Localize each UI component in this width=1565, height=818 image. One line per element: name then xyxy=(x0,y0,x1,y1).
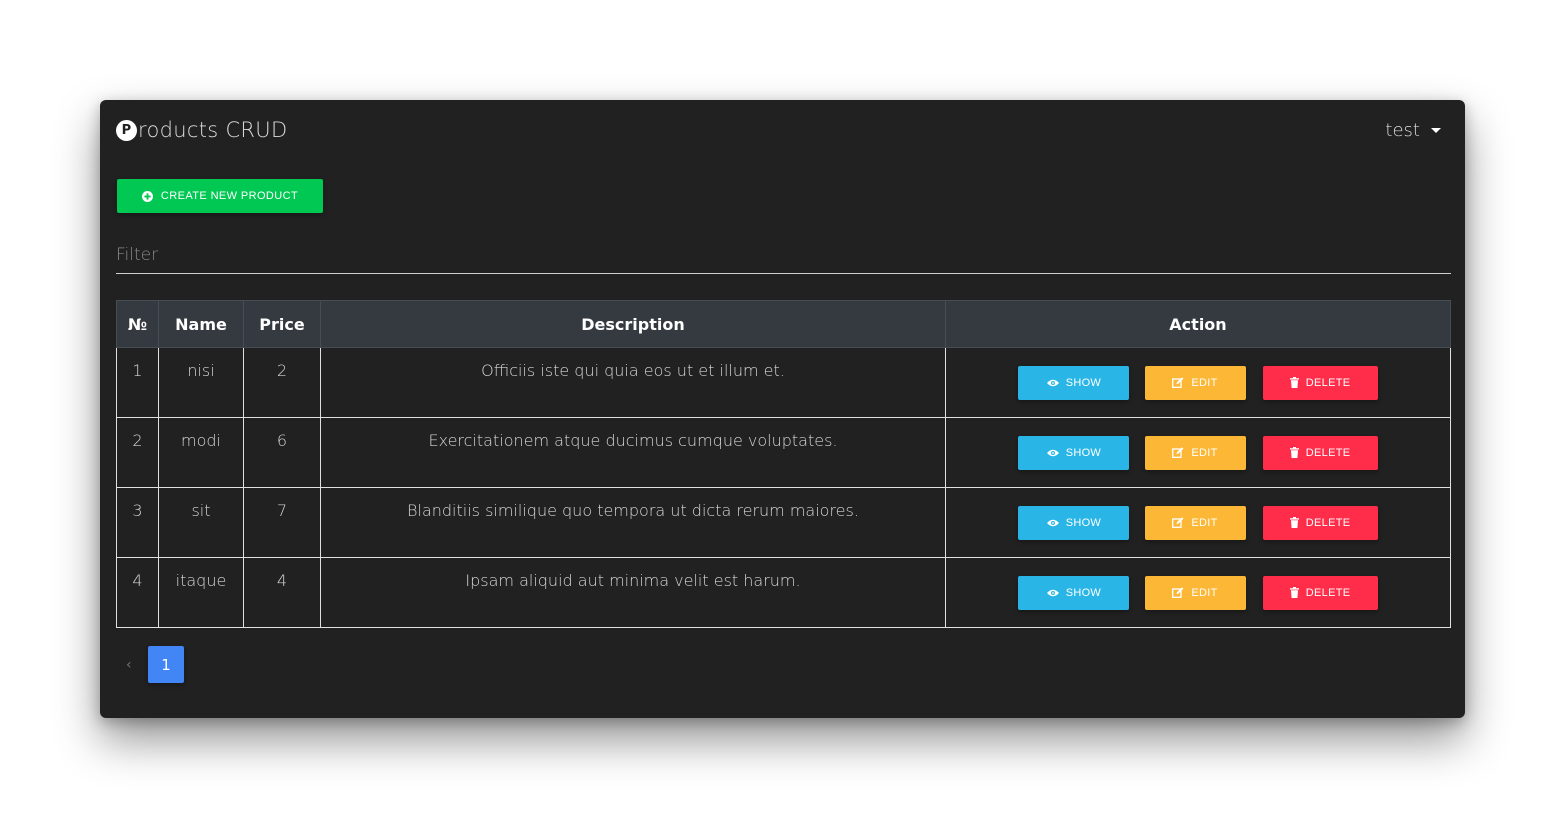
header-description: Description xyxy=(320,300,946,348)
trash-icon xyxy=(1289,377,1299,388)
header-number: № xyxy=(116,300,159,348)
eye-icon xyxy=(1046,449,1059,457)
table-row: 1 nisi 2 Officiis iste qui quia eos ut e… xyxy=(116,347,1451,418)
edit-icon xyxy=(1172,377,1184,388)
create-new-product-button[interactable]: CREATE NEW PRODUCT xyxy=(117,179,323,213)
header-action: Action xyxy=(945,300,1451,348)
caret-down-icon xyxy=(1431,128,1441,133)
edit-label: EDIT xyxy=(1191,376,1218,389)
trash-icon xyxy=(1289,447,1299,458)
delete-button[interactable]: DELETE xyxy=(1262,505,1378,540)
cell-description: Exercitationem atque ducimus cumque volu… xyxy=(320,417,946,488)
show-label: SHOW xyxy=(1065,586,1102,599)
delete-label: DELETE xyxy=(1305,446,1351,459)
cell-price: 4 xyxy=(243,557,321,628)
show-button[interactable]: SHOW xyxy=(1018,435,1130,470)
edit-label: EDIT xyxy=(1191,446,1218,459)
user-menu[interactable]: test xyxy=(1385,120,1441,141)
edit-button[interactable]: EDIT xyxy=(1144,575,1246,610)
brand[interactable]: P roducts CRUD xyxy=(116,118,287,142)
cell-description: Officiis iste qui quia eos ut et illum e… xyxy=(320,347,946,418)
cell-price: 6 xyxy=(243,417,321,488)
edit-icon xyxy=(1172,587,1184,598)
cell-number: 4 xyxy=(116,557,159,628)
trash-icon xyxy=(1289,587,1299,598)
table-row: 2 modi 6 Exercitationem atque ducimus cu… xyxy=(116,417,1451,488)
edit-button[interactable]: EDIT xyxy=(1144,435,1246,470)
filter-field xyxy=(116,238,1451,274)
cell-name: itaque xyxy=(158,557,244,628)
edit-button[interactable]: EDIT xyxy=(1144,505,1246,540)
app-window: P roducts CRUD test CREATE NEW PRODUCT №… xyxy=(100,100,1465,718)
edit-icon xyxy=(1172,517,1184,528)
brand-logo: P xyxy=(116,119,137,141)
edit-button[interactable]: EDIT xyxy=(1144,365,1246,400)
show-label: SHOW xyxy=(1065,516,1102,529)
create-new-product-label: CREATE NEW PRODUCT xyxy=(160,190,299,202)
cell-actions: SHOW EDIT DELETE xyxy=(945,557,1451,628)
edit-label: EDIT xyxy=(1191,516,1218,529)
cell-number: 2 xyxy=(116,417,159,488)
eye-icon xyxy=(1046,519,1059,527)
cell-description: Blanditiis similique quo tempora ut dict… xyxy=(320,487,946,558)
pagination-prev[interactable]: ‹ xyxy=(126,657,148,673)
cell-name: nisi xyxy=(158,347,244,418)
header-price: Price xyxy=(243,300,321,348)
show-button[interactable]: SHOW xyxy=(1018,505,1130,540)
table-row: 4 itaque 4 Ipsam aliquid aut minima veli… xyxy=(116,557,1451,628)
delete-button[interactable]: DELETE xyxy=(1262,435,1378,470)
cell-description: Ipsam aliquid aut minima velit est harum… xyxy=(320,557,946,628)
eye-icon xyxy=(1046,589,1059,597)
delete-button[interactable]: DELETE xyxy=(1262,575,1378,610)
show-button[interactable]: SHOW xyxy=(1018,365,1130,400)
user-name: test xyxy=(1385,120,1420,141)
pagination: ‹ 1 xyxy=(126,646,184,683)
cell-actions: SHOW EDIT DELETE xyxy=(945,347,1451,418)
delete-label: DELETE xyxy=(1305,586,1351,599)
pagination-page-1[interactable]: 1 xyxy=(148,646,184,683)
cell-price: 2 xyxy=(243,347,321,418)
show-button[interactable]: SHOW xyxy=(1018,575,1130,610)
table-row: 3 sit 7 Blanditiis similique quo tempora… xyxy=(116,487,1451,558)
cell-actions: SHOW EDIT DELETE xyxy=(945,487,1451,558)
cell-price: 7 xyxy=(243,487,321,558)
cell-name: sit xyxy=(158,487,244,558)
cell-actions: SHOW EDIT DELETE xyxy=(945,417,1451,488)
cell-number: 3 xyxy=(116,487,159,558)
edit-icon xyxy=(1172,447,1184,458)
cell-name: modi xyxy=(158,417,244,488)
show-label: SHOW xyxy=(1065,376,1102,389)
products-table: № Name Price Description Action 1 nisi 2… xyxy=(116,300,1451,628)
brand-title: roducts CRUD xyxy=(138,118,288,142)
edit-label: EDIT xyxy=(1191,586,1218,599)
trash-icon xyxy=(1289,517,1299,528)
delete-button[interactable]: DELETE xyxy=(1262,365,1378,400)
table-header-row: № Name Price Description Action xyxy=(116,300,1451,348)
header-name: Name xyxy=(158,300,244,348)
delete-label: DELETE xyxy=(1305,516,1351,529)
eye-icon xyxy=(1046,379,1059,387)
filter-input[interactable] xyxy=(116,238,1451,272)
delete-label: DELETE xyxy=(1305,376,1351,389)
navbar: P roducts CRUD test xyxy=(116,118,1449,144)
cell-number: 1 xyxy=(116,347,159,418)
plus-circle-icon xyxy=(141,190,153,202)
show-label: SHOW xyxy=(1065,446,1102,459)
